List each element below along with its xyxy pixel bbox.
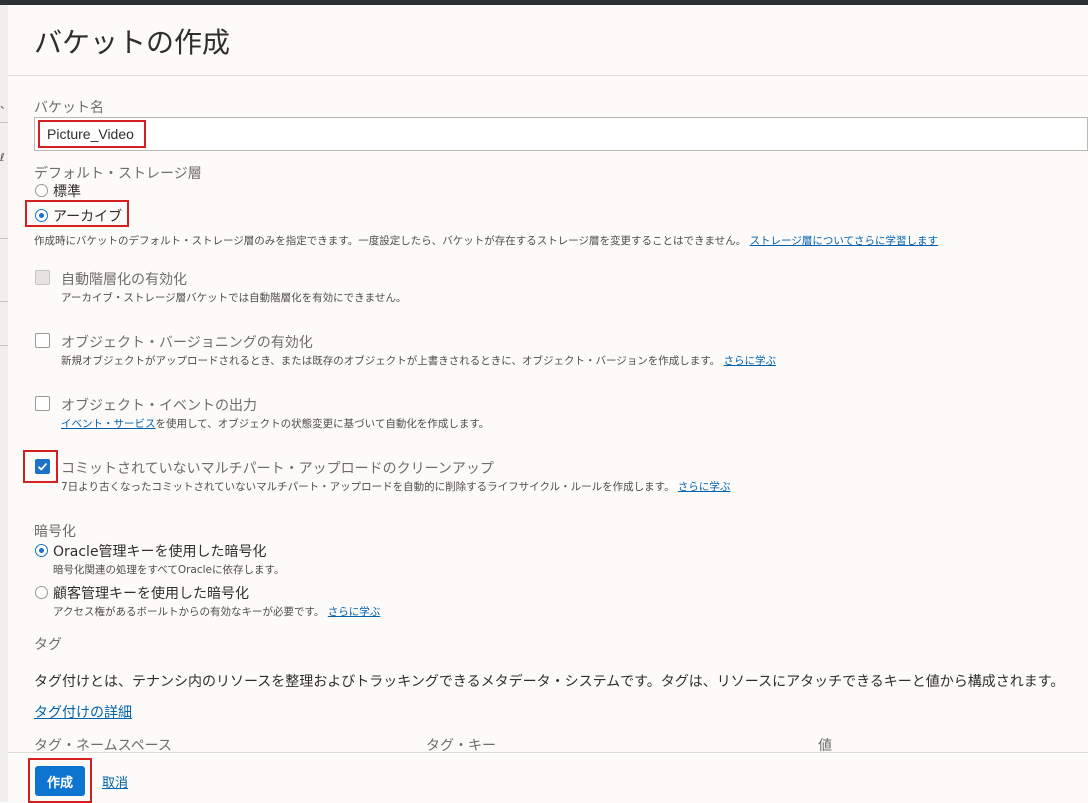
bucket-name-label: バケット名 — [34, 100, 104, 116]
cleanup-help-text: 7日より古くなったコミットされていないマルチパート・アップロードを自動的に削除す… — [61, 481, 675, 493]
page-title: バケットの作成 — [34, 26, 231, 59]
standard-radio[interactable] — [35, 184, 48, 197]
events-service-link[interactable]: イベント・サービス — [61, 418, 156, 430]
cleanup-checkbox[interactable] — [35, 459, 50, 474]
checkmark-icon — [37, 462, 48, 471]
background-glyph: ℓ — [0, 151, 5, 164]
customer-key-label: 顧客管理キーを使用した暗号化 — [53, 586, 249, 602]
panel-footer: 作成 取消 — [8, 752, 1088, 803]
versioning-learn-link[interactable]: さらに学ぶ — [724, 355, 777, 367]
auto-tiering-checkbox[interactable] — [35, 270, 50, 285]
cleanup-learn-link[interactable]: さらに学ぶ — [678, 481, 731, 493]
oracle-key-help: 暗号化関連の処理をすべてOracleに依存します。 — [53, 564, 285, 576]
oracle-key-label: Oracle管理キーを使用した暗号化 — [53, 544, 267, 560]
auto-tiering-help: アーカイブ・ストレージ層バケットでは自動階層化を有効にできません。 — [61, 292, 407, 304]
versioning-checkbox[interactable] — [35, 333, 50, 348]
auto-tiering-label: 自動階層化の有効化 — [61, 272, 187, 288]
customer-key-learn-link[interactable]: さらに学ぶ — [328, 606, 381, 618]
storage-tier-label: デフォルト・ストレージ層 — [34, 166, 202, 182]
background-divider — [0, 122, 8, 123]
tags-details-link[interactable]: タグ付けの詳細 — [34, 702, 132, 722]
events-help: イベント・サービスを使用して、オブジェクトの状態変更に基づいて自動化を作成します… — [61, 416, 489, 431]
customer-key-radio[interactable] — [35, 586, 48, 599]
bucket-name-input[interactable] — [34, 117, 1088, 151]
background-divider — [0, 238, 8, 239]
create-bucket-panel: バケットの作成 バケット名 デフォルト・ストレージ層 標準 アーカイブ 作成時に… — [8, 5, 1088, 803]
events-label: オブジェクト・イベントの出力 — [61, 398, 257, 414]
storage-tier-help: 作成時にバケットのデフォルト・ストレージ層のみを指定できます。一度設定したら、バ… — [34, 233, 938, 248]
panel-header: バケットの作成 — [8, 5, 1088, 76]
cleanup-label: コミットされていないマルチパート・アップロードのクリーンアップ — [61, 461, 494, 477]
oracle-key-radio[interactable] — [35, 544, 48, 557]
cleanup-help: 7日より古くなったコミットされていないマルチパート・アップロードを自動的に削除す… — [61, 479, 730, 494]
versioning-label: オブジェクト・バージョニングの有効化 — [61, 335, 313, 351]
storage-tier-help-text: 作成時にバケットのデフォルト・ストレージ層のみを指定できます。一度設定したら、バ… — [34, 235, 747, 247]
standard-label: 標準 — [53, 184, 81, 200]
encryption-label: 暗号化 — [34, 524, 76, 540]
archive-label: アーカイブ — [53, 209, 123, 225]
versioning-help-text: 新規オブジェクトがアップロードされるとき、または既存のオブジェクトが上書きされる… — [61, 355, 721, 367]
customer-key-help-text: アクセス権があるボールトからの有効なキーが必要です。 — [53, 606, 325, 618]
archive-radio[interactable] — [35, 209, 48, 222]
tags-description: タグ付けとは、テナンシ内のリソースを整理およびトラッキングできるメタデータ・シス… — [34, 674, 1065, 690]
customer-key-help: アクセス権があるボールトからの有効なキーが必要です。 さらに学ぶ — [53, 604, 380, 619]
background-divider — [0, 345, 8, 346]
background-divider — [0, 301, 8, 302]
events-checkbox[interactable] — [35, 396, 50, 411]
versioning-help: 新規オブジェクトがアップロードされるとき、または既存のオブジェクトが上書きされる… — [61, 353, 776, 368]
create-button[interactable]: 作成 — [35, 766, 85, 796]
events-help-text: を使用して、オブジェクトの状態変更に基づいて自動化を作成します。 — [155, 418, 490, 430]
tags-label: タグ — [34, 637, 62, 653]
storage-tier-learn-link[interactable]: ストレージ層についてさらに学習します — [750, 235, 938, 247]
cancel-link[interactable]: 取消 — [102, 772, 128, 791]
